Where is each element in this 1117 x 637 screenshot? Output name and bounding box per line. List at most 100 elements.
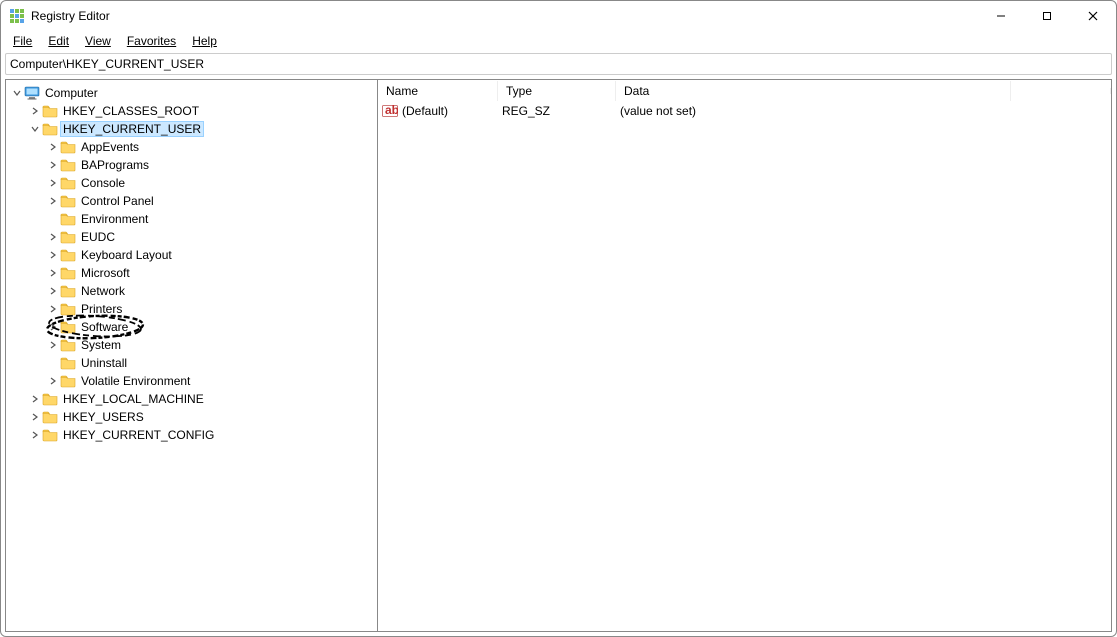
chevron-right-icon[interactable] — [28, 392, 42, 406]
address-bar[interactable]: Computer\HKEY_CURRENT_USER — [5, 53, 1112, 75]
folder-icon — [60, 140, 76, 154]
chevron-right-icon[interactable] — [46, 248, 60, 262]
tree-label: Software — [79, 320, 130, 334]
chevron-down-icon — [13, 89, 21, 97]
maximize-icon — [1042, 11, 1052, 21]
tree-label: System — [79, 338, 123, 352]
chevron-right-icon[interactable] — [46, 230, 60, 244]
chevron-right-icon — [31, 395, 39, 403]
chevron-right-icon[interactable] — [46, 194, 60, 208]
menu-file[interactable]: File — [7, 32, 38, 50]
chevron-right-icon — [49, 287, 57, 295]
tree-label: Computer — [43, 86, 100, 100]
chevron-right-icon[interactable] — [46, 266, 60, 280]
chevron-right-icon[interactable] — [46, 284, 60, 298]
tree-label: AppEvents — [79, 140, 141, 154]
minimize-button[interactable] — [978, 1, 1024, 31]
column-spacer — [1011, 88, 1111, 94]
folder-icon — [60, 194, 76, 208]
chevron-down-icon[interactable] — [28, 122, 42, 136]
value-data: (value not set) — [620, 104, 1111, 118]
folder-icon — [60, 248, 76, 262]
chevron-right-icon — [49, 197, 57, 205]
tree-node-volatile-environment[interactable]: Volatile Environment — [6, 372, 377, 390]
folder-icon — [42, 392, 58, 406]
chevron-right-icon[interactable] — [46, 320, 60, 334]
minimize-icon — [996, 11, 1006, 21]
chevron-right-icon[interactable] — [46, 338, 60, 352]
close-button[interactable] — [1070, 1, 1116, 31]
chevron-right-icon — [49, 341, 57, 349]
menu-favorites[interactable]: Favorites — [121, 32, 182, 50]
chevron-right-icon[interactable] — [46, 176, 60, 190]
tree-label: Console — [79, 176, 127, 190]
chevron-right-icon[interactable] — [46, 158, 60, 172]
column-type[interactable]: Type — [498, 81, 616, 101]
tree-label: Printers — [79, 302, 124, 316]
tree-node-hkey-current-user[interactable]: HKEY_CURRENT_USER — [6, 120, 377, 138]
column-name[interactable]: Name — [378, 81, 498, 101]
tree-node-hkey-local-machine[interactable]: HKEY_LOCAL_MACHINE — [6, 390, 377, 408]
tree-label: HKEY_USERS — [61, 410, 146, 424]
tree-node-computer[interactable]: Computer — [6, 84, 377, 102]
tree-node-printers[interactable]: Printers — [6, 300, 377, 318]
tree-label: Uninstall — [79, 356, 129, 370]
folder-icon — [42, 428, 58, 442]
tree-node-baprograms[interactable]: BAPrograms — [6, 156, 377, 174]
content-area: Computer HKEY_CLASSES_ROOT HKEY_CURRENT_US… — [5, 79, 1112, 632]
value-row[interactable]: (Default)REG_SZ(value not set) — [378, 102, 1111, 120]
chevron-down-icon[interactable] — [10, 86, 24, 100]
chevron-right-icon — [49, 161, 57, 169]
folder-icon — [42, 104, 58, 118]
tree-node-system[interactable]: System — [6, 336, 377, 354]
maximize-button[interactable] — [1024, 1, 1070, 31]
menu-help[interactable]: Help — [186, 32, 223, 50]
value-list[interactable]: (Default)REG_SZ(value not set) — [378, 102, 1111, 631]
tree-label: BAPrograms — [79, 158, 151, 172]
tree-node-hkey-classes-root[interactable]: HKEY_CLASSES_ROOT — [6, 102, 377, 120]
chevron-right-icon[interactable] — [28, 428, 42, 442]
address-text: Computer\HKEY_CURRENT_USER — [10, 57, 204, 71]
chevron-down-icon — [31, 125, 39, 133]
tree-label: Environment — [79, 212, 150, 226]
chevron-right-icon[interactable] — [46, 302, 60, 316]
tree-node-console[interactable]: Console — [6, 174, 377, 192]
menu-view[interactable]: View — [79, 32, 117, 50]
chevron-right-icon — [49, 269, 57, 277]
folder-icon — [42, 410, 58, 424]
tree-pane[interactable]: Computer HKEY_CLASSES_ROOT HKEY_CURRENT_US… — [6, 80, 378, 631]
tree-node-microsoft[interactable]: Microsoft — [6, 264, 377, 282]
chevron-right-icon — [49, 377, 57, 385]
window-title: Registry Editor — [31, 9, 110, 23]
tree-node-keyboard-layout[interactable]: Keyboard Layout — [6, 246, 377, 264]
tree-node-control-panel[interactable]: Control Panel — [6, 192, 377, 210]
tree-node-appevents[interactable]: AppEvents — [6, 138, 377, 156]
chevron-right-icon — [49, 323, 57, 331]
string-value-icon — [382, 104, 398, 118]
tree-label: HKEY_CLASSES_ROOT — [61, 104, 201, 118]
app-icon — [9, 8, 25, 24]
tree-node-eudc[interactable]: EUDC — [6, 228, 377, 246]
tree-node-hkey-users[interactable]: HKEY_USERS — [6, 408, 377, 426]
column-data[interactable]: Data — [616, 81, 1011, 101]
title-bar: Registry Editor — [1, 1, 1116, 31]
tree-node-software[interactable]: Software — [6, 318, 377, 336]
chevron-right-icon — [49, 143, 57, 151]
tree-node-hkey-current-config[interactable]: HKEY_CURRENT_CONFIG — [6, 426, 377, 444]
chevron-right-icon — [49, 179, 57, 187]
tree-label: Network — [79, 284, 127, 298]
tree-node-uninstall[interactable]: Uninstall — [6, 354, 377, 372]
window-controls — [978, 1, 1116, 31]
menu-edit[interactable]: Edit — [42, 32, 75, 50]
tree-label: EUDC — [79, 230, 117, 244]
values-pane: Name Type Data (Default)REG_SZ(value not… — [378, 80, 1111, 631]
tree-node-network[interactable]: Network — [6, 282, 377, 300]
chevron-right-icon[interactable] — [46, 374, 60, 388]
chevron-right-icon[interactable] — [28, 410, 42, 424]
folder-icon — [60, 320, 76, 334]
chevron-right-icon[interactable] — [28, 104, 42, 118]
chevron-right-icon[interactable] — [46, 140, 60, 154]
tree-node-environment[interactable]: Environment — [6, 210, 377, 228]
chevron-right-icon — [31, 413, 39, 421]
folder-icon — [60, 230, 76, 244]
